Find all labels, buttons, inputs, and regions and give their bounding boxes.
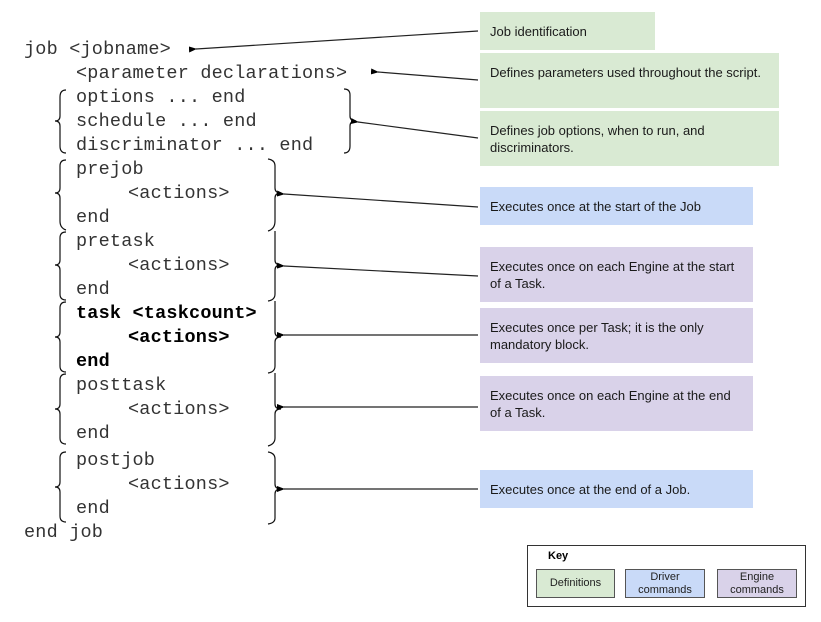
legend-item-driver-commands: Driver commands xyxy=(625,569,705,598)
arrow-definitions xyxy=(350,118,479,139)
left-brace-posttask xyxy=(54,373,67,445)
left-brace-definitions xyxy=(54,89,67,154)
arrow-job-identification xyxy=(188,30,479,53)
left-brace-task xyxy=(54,301,67,373)
right-brace-pretask xyxy=(267,231,282,302)
right-brace-prejob xyxy=(267,158,282,232)
left-brace-prejob xyxy=(54,159,67,231)
arrow-pretask xyxy=(276,262,479,277)
connectors-layer xyxy=(54,30,479,525)
right-brace-postjob xyxy=(267,451,282,525)
arrow-parameters xyxy=(370,68,479,81)
legend-title: Key xyxy=(548,550,569,562)
left-brace-postjob xyxy=(54,451,67,523)
right-brace-definitions xyxy=(343,88,357,154)
legend-label: Definitions xyxy=(549,577,602,589)
legend-label: Engine commands xyxy=(730,570,784,596)
legend-item-definitions: Definitions xyxy=(536,569,615,598)
left-brace-pretask xyxy=(54,231,67,301)
arrow-prejob xyxy=(276,190,479,208)
legend-item-engine-commands: Engine commands xyxy=(717,569,797,598)
right-brace-task xyxy=(267,301,282,374)
legend-label: Driver commands xyxy=(638,570,692,596)
legend-key: Key Definitions Driver commands Engine c… xyxy=(527,545,806,607)
right-brace-posttask xyxy=(267,373,282,447)
